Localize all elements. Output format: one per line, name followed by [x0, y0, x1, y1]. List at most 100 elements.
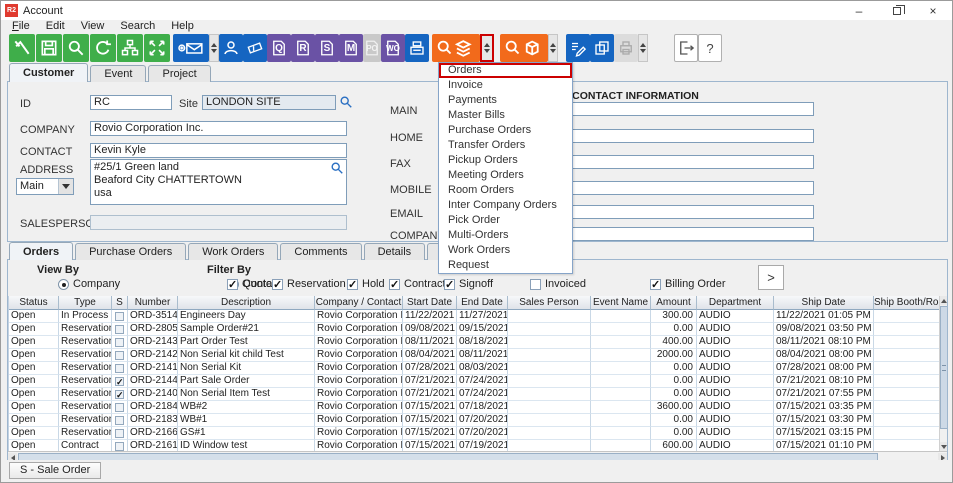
master-doc-button[interactable]: M — [339, 34, 363, 62]
dropdown-menu-item[interactable]: Master Bills — [439, 108, 572, 123]
search-items-button[interactable] — [500, 34, 548, 62]
col-end-date[interactable]: End Date — [457, 296, 508, 310]
combo-arrow-button[interactable] — [58, 179, 73, 194]
exit-button[interactable] — [674, 34, 698, 62]
salesperson-field[interactable] — [90, 215, 347, 230]
tab[interactable]: Project — [148, 65, 210, 82]
table-row[interactable]: Open Reservation ORD-2183 WB#1 Rovio Cor… — [9, 414, 939, 427]
tab[interactable]: Comments — [280, 243, 361, 260]
help-button[interactable]: ? — [698, 34, 722, 62]
tab[interactable]: Event — [90, 65, 146, 82]
dropdown-menu-item[interactable]: Orders — [439, 63, 572, 78]
table-row[interactable]: Open Reservation ORD-2144 Part Sale Orde… — [9, 375, 939, 388]
vertical-scroll-thumb[interactable] — [940, 306, 947, 429]
filter-quote-checkbox[interactable]: Quote — [227, 278, 272, 290]
company-field[interactable]: Rovio Corporation Inc. — [90, 121, 347, 136]
dropdown-menu-item[interactable]: Work Orders — [439, 243, 572, 258]
filter-contract-checkbox[interactable]: Contract — [389, 278, 446, 290]
search-button[interactable] — [63, 34, 89, 62]
tab[interactable]: Purchase Orders — [75, 243, 186, 260]
dropdown-menu-item[interactable]: Multi-Orders — [439, 228, 572, 243]
col-description[interactable]: Description — [178, 296, 315, 310]
site-search-icon[interactable] — [339, 95, 353, 109]
new-email-button[interactable] — [173, 34, 209, 62]
table-row[interactable]: Open Reservation ORD-2143 Part Order Tes… — [9, 336, 939, 349]
print-dropdown-arrow[interactable] — [638, 34, 648, 62]
col-ship-booth[interactable]: Ship Booth/Roo — [874, 296, 942, 310]
scroll-up-button[interactable] — [940, 296, 947, 305]
dropdown-menu-item[interactable]: Pickup Orders — [439, 153, 572, 168]
expand-button[interactable] — [144, 34, 170, 62]
reservation-doc-button[interactable]: R — [291, 34, 315, 62]
row-checkbox[interactable] — [115, 312, 124, 321]
edit-button[interactable] — [566, 34, 590, 62]
copy-button[interactable] — [590, 34, 614, 62]
row-checkbox[interactable] — [115, 338, 124, 347]
row-checkbox[interactable] — [115, 416, 124, 425]
ticket-button[interactable] — [243, 34, 267, 62]
site-field[interactable]: LONDON SITE — [202, 95, 336, 110]
col-department[interactable]: Department — [697, 296, 774, 310]
view-by-company-radio[interactable]: Company — [58, 278, 120, 290]
contact-button[interactable] — [219, 34, 243, 62]
more-filters-button[interactable]: > — [758, 265, 784, 290]
address-search-icon[interactable] — [330, 161, 344, 175]
col-ship-date[interactable]: Ship Date — [774, 296, 874, 310]
row-checkbox[interactable] — [115, 377, 124, 386]
dropdown-menu-item[interactable]: Transfer Orders — [439, 138, 572, 153]
menu-view[interactable]: View — [73, 20, 113, 33]
save-button[interactable] — [36, 34, 62, 62]
register-button[interactable] — [405, 34, 429, 62]
scroll-down-button[interactable] — [940, 442, 947, 451]
row-checkbox[interactable] — [115, 364, 124, 373]
col-sales-person[interactable]: Sales Person — [508, 296, 591, 310]
contact-field[interactable]: Kevin Kyle — [90, 143, 347, 158]
filter-signoff-checkbox[interactable]: Signoff — [444, 278, 493, 290]
search-orders-dropdown-arrow[interactable] — [480, 34, 494, 62]
vertical-scrollbar[interactable] — [939, 296, 947, 451]
org-chart-button[interactable] — [117, 34, 143, 62]
filter-reservation-checkbox[interactable]: Reservation — [272, 278, 346, 290]
row-checkbox[interactable] — [115, 403, 124, 412]
sale-order-legend-button[interactable]: S - Sale Order — [9, 462, 101, 479]
dropdown-menu-item[interactable]: Purchase Orders — [439, 123, 572, 138]
tab[interactable]: Details — [364, 243, 426, 260]
address-field[interactable]: #25/1 Green land Beaford City CHATTERTOW… — [90, 159, 347, 205]
close-button[interactable]: × — [916, 1, 950, 20]
address-type-combo[interactable]: Main — [16, 178, 74, 195]
dropdown-menu-item[interactable]: Invoice — [439, 78, 572, 93]
dropdown-menu-item[interactable]: Room Orders — [439, 183, 572, 198]
row-checkbox[interactable] — [115, 442, 124, 451]
dropdown-menu-item[interactable]: Meeting Orders — [439, 168, 572, 183]
search-items-dropdown-arrow[interactable] — [548, 34, 558, 62]
col-type[interactable]: Type — [59, 296, 112, 310]
email-dropdown-arrow[interactable] — [209, 34, 219, 62]
col-number[interactable]: Number — [128, 296, 178, 310]
tab[interactable]: Customer — [9, 63, 88, 82]
filter-billing-order-checkbox[interactable]: Billing Order — [650, 278, 726, 290]
sale-doc-button[interactable]: S — [315, 34, 339, 62]
id-field[interactable]: RC — [90, 95, 172, 110]
col-company-contact[interactable]: Company / Contact — [315, 296, 403, 310]
table-row[interactable]: Open Reservation ORD-2166 GS#1 Rovio Cor… — [9, 427, 939, 440]
row-checkbox[interactable] — [115, 429, 124, 438]
refresh-button[interactable] — [90, 34, 116, 62]
work-order-doc-button[interactable]: WO — [381, 34, 405, 62]
col-amount[interactable]: Amount — [651, 296, 697, 310]
menu-edit[interactable]: Edit — [38, 20, 73, 33]
dropdown-menu-item[interactable]: Request — [439, 258, 572, 273]
table-row[interactable]: Open In Process ORD-3514 Engineers Day R… — [9, 310, 939, 323]
table-row[interactable]: Open Reservation ORD-2184 WB#2 Rovio Cor… — [9, 401, 939, 414]
filter-hold-checkbox[interactable]: Hold — [347, 278, 385, 290]
menu-search[interactable]: Search — [112, 20, 163, 33]
table-row[interactable]: Open Reservation ORD-2141 Non Serial Kit… — [9, 362, 939, 375]
table-row[interactable]: Open Reservation ORD-2140 Non Serial Ite… — [9, 388, 939, 401]
dropdown-menu-item[interactable]: Pick Order — [439, 213, 572, 228]
table-row[interactable]: Open Contract ORD-2161 ID Window test Ro… — [9, 440, 939, 451]
col-status[interactable]: Status — [9, 296, 59, 310]
col-s[interactable]: S — [112, 296, 128, 310]
restore-button[interactable] — [880, 1, 914, 20]
search-orders-button[interactable] — [432, 34, 480, 62]
col-event-name[interactable]: Event Name — [591, 296, 651, 310]
menu-help[interactable]: Help — [163, 20, 202, 33]
